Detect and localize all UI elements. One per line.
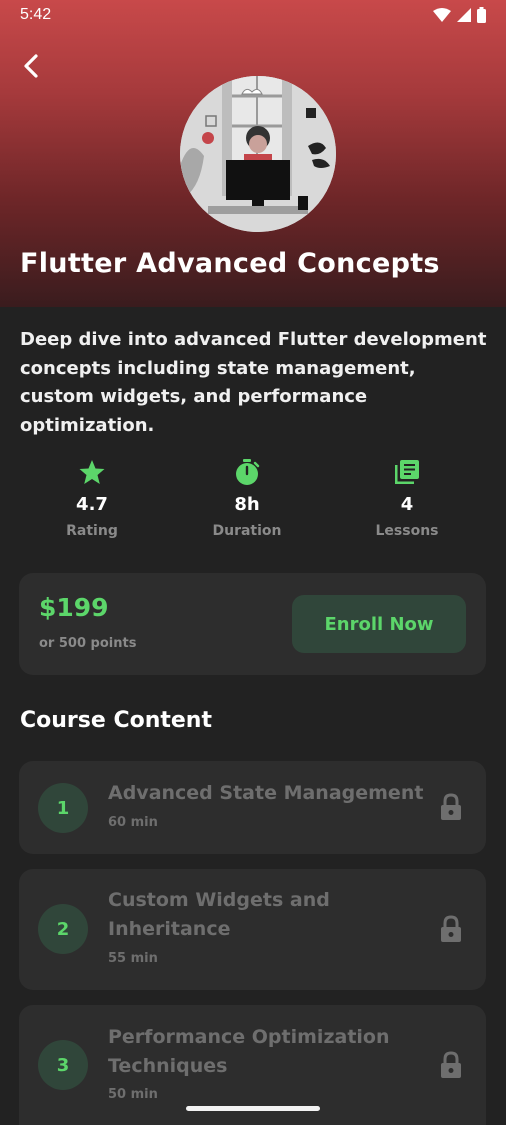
lesson-title: Custom Widgets and Inheritance — [108, 889, 330, 940]
course-header: 5:42 Flutter Advanced Concepts — [0, 0, 506, 307]
timer-icon — [236, 459, 260, 485]
stat-rating: 4.7 Rating — [32, 458, 152, 539]
chevron-left-icon — [24, 54, 38, 78]
course-description: Deep dive into advanced Flutter developm… — [20, 329, 487, 436]
stat-lessons: 4 Lessons — [347, 458, 467, 539]
wifi-icon — [433, 8, 451, 22]
lesson-duration: 60 min — [108, 815, 158, 830]
pricing-card: $199 or 500 points Enroll Now — [19, 573, 486, 675]
points-price: or 500 points — [39, 636, 137, 651]
stat-label: Duration — [212, 523, 282, 539]
stat-value: 4 — [400, 494, 414, 515]
stat-label: Rating — [66, 523, 118, 539]
lesson-item[interactable]: 1 Advanced State Management 60 min — [19, 761, 486, 854]
course-content-title: Course Content — [20, 708, 212, 733]
lesson-number: 2 — [38, 904, 88, 954]
lesson-item[interactable]: 2 Custom Widgets and Inheritance 55 min — [19, 869, 486, 990]
status-icons — [433, 7, 486, 23]
lesson-number: 3 — [38, 1040, 88, 1090]
price: $199 — [39, 593, 109, 622]
enroll-now-button[interactable]: Enroll Now — [292, 595, 466, 653]
home-indicator[interactable] — [186, 1106, 320, 1111]
status-time: 5:42 — [20, 6, 52, 23]
lesson-duration: 55 min — [108, 951, 158, 966]
course-stats: 4.7 Rating 8h Duration 4 Lessons — [0, 458, 506, 548]
status-bar: 5:42 — [0, 0, 506, 30]
stat-value: 8h — [234, 494, 260, 515]
course-illustration — [180, 76, 336, 232]
lesson-title: Advanced State Management — [108, 782, 424, 804]
stat-duration: 8h Duration — [187, 458, 307, 539]
library-books-icon — [395, 460, 419, 484]
course-title: Flutter Advanced Concepts — [20, 248, 440, 279]
lesson-title: Performance Optimization Techniques — [108, 1026, 390, 1077]
stat-label: Lessons — [375, 523, 439, 539]
lesson-number: 1 — [38, 783, 88, 833]
lock-icon — [441, 1051, 461, 1078]
lesson-duration: 50 min — [108, 1087, 158, 1102]
battery-icon — [477, 7, 486, 23]
lock-icon — [441, 915, 461, 942]
signal-icon — [457, 8, 471, 22]
back-button[interactable] — [18, 50, 46, 82]
star-icon — [79, 460, 105, 484]
lock-icon — [441, 793, 461, 820]
stat-value: 4.7 — [76, 494, 108, 515]
